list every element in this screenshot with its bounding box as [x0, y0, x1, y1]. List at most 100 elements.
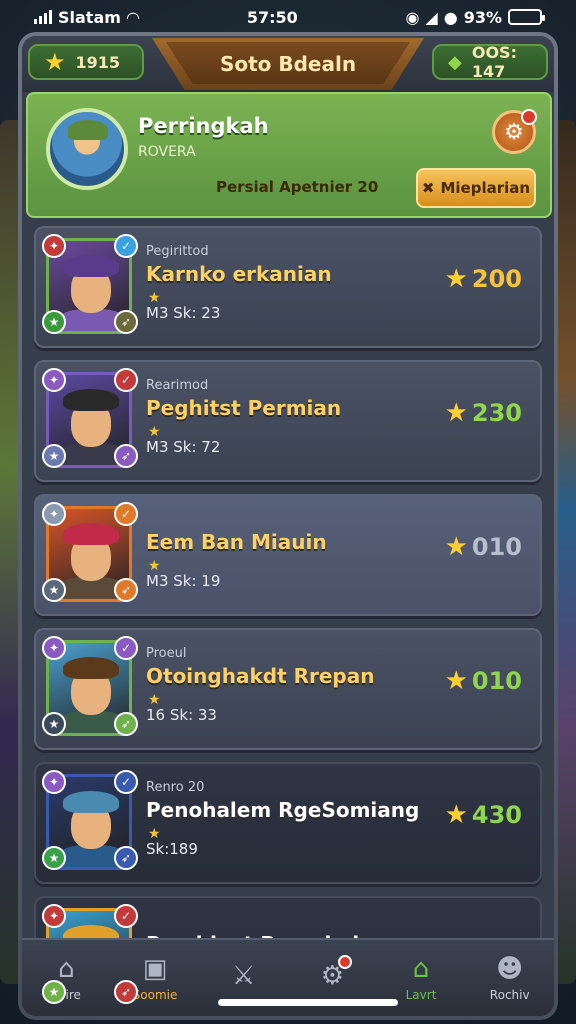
sword-icon: ✦: [42, 502, 66, 526]
score-star-icon: ★: [444, 398, 468, 428]
nav-item-shop[interactable]: ▣ Soomie: [111, 940, 200, 1016]
player-name: Otoinghakdt Rrepan: [146, 664, 375, 688]
game-panel: ★ 1915 Soto Bdealn ◆ OOS: 147 Perringkah…: [18, 32, 558, 1020]
sword-icon: ✦: [42, 904, 66, 928]
home-indicator[interactable]: [218, 999, 398, 1006]
sword-icon: ✦: [42, 368, 66, 392]
wing-icon: ➶: [114, 578, 138, 602]
battery-icon: [508, 9, 545, 25]
shield-icon: ✓: [114, 636, 138, 660]
player-tag: Rearimod: [146, 378, 209, 393]
coins-value: OOS: 147: [471, 43, 517, 81]
player-name: Eem Ban Miauin: [146, 530, 327, 554]
star-icon: ★: [42, 846, 66, 870]
player-name: Peghitst Permian: [146, 396, 342, 420]
settings-icon: ⚙: [321, 955, 352, 991]
sword-icon: ✦: [42, 770, 66, 794]
signal-icon: [34, 10, 52, 24]
star-icon: ★: [42, 310, 66, 334]
cell-icon: ◢: [425, 7, 438, 27]
battery-percent: 93%: [463, 7, 502, 27]
sword-icon: ✦: [42, 636, 66, 660]
player-score: ★ 010: [445, 666, 522, 696]
score-value: 200: [471, 265, 522, 293]
profile-banner: Perringkah ROVERA Persial Apetnier 20 ⚙ …: [26, 92, 552, 218]
alarm-icon: ●: [443, 7, 458, 27]
lock-icon: ◉: [405, 7, 420, 27]
check-icon: ✓: [114, 234, 138, 258]
stars-value: 1915: [75, 52, 121, 72]
player-stat: M3 Sk: 19: [146, 572, 221, 590]
score-star-icon: ★: [444, 264, 468, 294]
star-icon: ★: [42, 578, 66, 602]
profile-icon: ☻: [496, 954, 524, 984]
score-value: 430: [471, 801, 522, 829]
guild-icon: ⌂: [412, 954, 430, 984]
player-score: ★ 010: [445, 532, 522, 562]
score-value: 010: [471, 533, 522, 561]
player-tag: Pegirittod: [146, 244, 209, 259]
player-stat: 16 Sk: 33: [146, 706, 217, 724]
player-name: Karnko erkanian: [146, 262, 332, 286]
settings-button[interactable]: ⚙: [492, 109, 537, 154]
shield-icon: ✓: [114, 904, 138, 928]
score-value: 230: [471, 399, 522, 427]
player-name: Penohalem RgeSomiang: [146, 798, 420, 822]
title-plaque: Soto Bdealn: [152, 38, 424, 90]
carrier-name: Slatam: [58, 7, 121, 27]
shield-icon: ✓: [114, 502, 138, 526]
profile-action-button[interactable]: ✖ Mieplarian: [416, 168, 536, 208]
star-icon: ★: [42, 980, 66, 1004]
player-score: ★ 200: [445, 264, 522, 294]
player-tag: Proeul: [146, 646, 187, 661]
score-star-icon: ★: [444, 532, 468, 562]
wifi-icon: ◠: [126, 7, 140, 27]
shield-icon: ✓: [114, 368, 138, 392]
home-icon: ⌂: [58, 954, 75, 984]
score-value: 010: [471, 667, 522, 695]
score-star-icon: ★: [444, 800, 468, 830]
wing-icon: ➶: [114, 310, 138, 334]
stars-counter[interactable]: ★ 1915: [28, 44, 144, 80]
wing-icon: ➶: [114, 846, 138, 870]
top-hud: ★ 1915 Soto Bdealn ◆ OOS: 147: [22, 36, 554, 92]
player-list: ✦ ✓ ★ ➶ Pegirittod Karnko erkanian ★ M3 Sk:…: [34, 226, 542, 1016]
score-star-icon: ★: [444, 666, 468, 696]
star-icon: ✖: [421, 179, 435, 197]
nav-item-home[interactable]: ⌂ Foire: [22, 940, 111, 1016]
player-card[interactable]: ✦ ✓ ★ ➶ Rearimod Peghitst Permian ★ M3 Sk: …: [34, 360, 542, 482]
nav-item-profile[interactable]: ☻ Rochiv: [465, 940, 554, 1016]
nav-label: Soomie: [132, 988, 178, 1002]
shield-icon: ✓: [114, 770, 138, 794]
star-icon: ★: [42, 712, 66, 736]
player-tag: Renro 20: [146, 780, 205, 795]
coins-counter[interactable]: ◆ OOS: 147: [432, 43, 548, 81]
player-stat: M3 Sk: 23: [146, 304, 221, 322]
player-score: ★ 230: [445, 398, 522, 428]
player-card[interactable]: ✦ ✓ ★ ➶ Renro 20 Penohalem RgeSomiang ★ Sk:…: [34, 762, 542, 884]
status-bar: Slatam ◠ 57:50 ◉ ◢ ● 93%: [0, 0, 576, 34]
nav-label: Rochiv: [489, 988, 530, 1002]
notification-dot: [521, 109, 537, 125]
clock: 57:50: [246, 7, 298, 27]
star-icon: ★: [44, 48, 66, 76]
player-card[interactable]: ✦ ✓ ★ ➶ Eem Ban Miauin ★ M3 Sk: 19 ★ 010: [34, 494, 542, 616]
profile-level: Persial Apetnier 20: [216, 178, 379, 196]
avatar[interactable]: [46, 108, 128, 190]
shop-icon: ▣: [142, 954, 168, 984]
profile-action-label: Mieplarian: [440, 179, 531, 197]
battle-icon: ⚔: [232, 961, 256, 991]
star-icon: ★: [42, 444, 66, 468]
wing-icon: ➶: [114, 712, 138, 736]
wing-icon: ➶: [114, 980, 138, 1004]
nav-label: Lavrt: [405, 988, 437, 1002]
player-stat: M3 Sk: 72: [146, 438, 221, 456]
sword-icon: ✦: [42, 234, 66, 258]
player-stat: Sk:189: [146, 840, 198, 858]
gear-icon: ⚙: [504, 119, 524, 145]
player-card[interactable]: ✦ ✓ ★ ➶ Proeul Otoinghakdt Rrepan ★ 16 Sk: …: [34, 628, 542, 750]
player-card[interactable]: ✦ ✓ ★ ➶ Pegirittod Karnko erkanian ★ M3 Sk:…: [34, 226, 542, 348]
notification-dot: [338, 955, 352, 969]
wing-icon: ➶: [114, 444, 138, 468]
gem-icon: ◆: [448, 51, 462, 73]
